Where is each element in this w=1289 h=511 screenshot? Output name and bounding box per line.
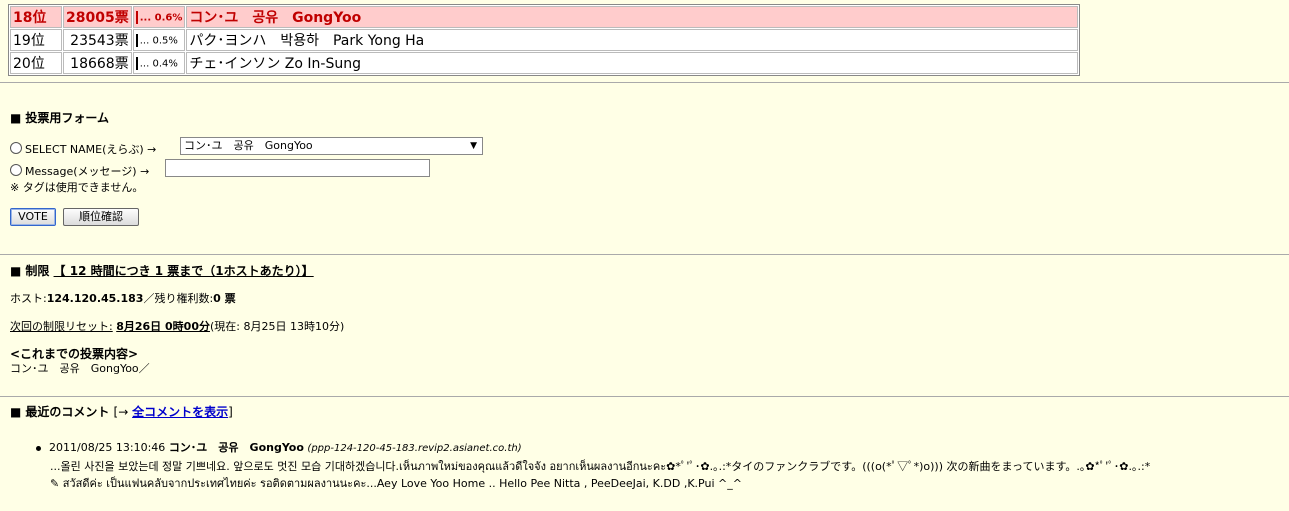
name-cell: チェ･インソン Zo In-Sung	[186, 52, 1078, 74]
rank-cell: 18位	[10, 6, 62, 28]
comment-item: 2011/08/25 13:10:46 コン･ユ 공유 GongYoo (ppp…	[36, 439, 522, 455]
vote-bar	[135, 10, 138, 24]
divider	[0, 82, 1289, 83]
square-bullet-icon: ■	[10, 264, 22, 278]
limit-title: ■ 制限 【 12 時間につき 1 票まで（1ホストあたり）】	[10, 262, 314, 279]
name-select[interactable]: コン･ユ 공유 GongYoo ▼	[180, 137, 483, 155]
vote-bar	[135, 56, 138, 70]
vote-form-title-text: 投票用フォーム	[25, 111, 109, 125]
limit-rule-link[interactable]: 【 12 時間につき 1 票まで（1ホストあたり）】	[54, 264, 314, 278]
divider	[0, 396, 1289, 397]
all-comments-suffix: ]	[228, 405, 233, 419]
name-cell: パク･ヨンハ 박용하 Park Yong Ha	[186, 29, 1078, 51]
message-radio[interactable]	[10, 164, 22, 176]
name-select-value: コン･ユ 공유 GongYoo	[184, 139, 313, 152]
votes-cell: 23543票	[63, 29, 132, 51]
square-bullet-icon: ■	[10, 111, 22, 125]
ranking-row-18: 18位 28005票 ... 0.6% コン･ユ 공유 GongYoo	[10, 6, 1078, 28]
bar-dots: ...	[139, 12, 152, 23]
reset-value: 8月26日 0時00分	[116, 320, 210, 333]
votes-cell: 28005票	[63, 6, 132, 28]
percent-text: 0.4%	[152, 58, 178, 69]
divider	[0, 254, 1289, 255]
vote-bar	[135, 33, 138, 47]
all-comments-link[interactable]: 全コメントを表示	[132, 405, 228, 419]
vote-form-title: ■ 投票用フォーム	[10, 109, 109, 126]
comment-line-2: ✎ สวัสดีค่ะ เป็นแฟนคลับจากประเทศไทยค่ะ ร…	[50, 477, 742, 490]
bar-dots: ...	[139, 58, 150, 69]
rank-cell: 20位	[10, 52, 62, 74]
ranking-row-20: 20位 18668票 ... 0.4% チェ･インソン Zo In-Sung	[10, 52, 1078, 74]
percent-text: 0.6%	[154, 12, 183, 23]
comments-title: ■ 最近のコメント [→ 全コメントを表示]	[10, 403, 233, 420]
select-name-row: SELECT NAME(えらぶ) →	[10, 141, 156, 157]
message-row: Message(メッセージ) →	[10, 163, 149, 179]
history-value: コン･ユ 공유 GongYoo／	[10, 362, 150, 375]
remaining-label: ／残り権利数:	[143, 292, 214, 305]
tag-note: ※ タグは使用できません。	[10, 181, 144, 194]
vote-button[interactable]: VOTE	[10, 208, 56, 226]
host-value: 124.120.45.183	[46, 292, 144, 305]
comment-datetime: 2011/08/25 13:10:46	[49, 441, 166, 454]
name-cell: コン･ユ 공유 GongYoo	[186, 6, 1078, 28]
ranking-row-19: 19位 23543票 ... 0.5% パク･ヨンハ 박용하 Park Yong…	[10, 29, 1078, 51]
all-comments-prefix: [→	[113, 405, 133, 419]
message-label: Message(メッセージ) →	[25, 165, 150, 178]
bullet-icon	[36, 445, 41, 451]
current-time: (現在: 8月25日 13時10分)	[209, 320, 345, 333]
bar-dots: ...	[139, 35, 150, 46]
ranking-table: 18位 28005票 ... 0.6% コン･ユ 공유 GongYoo 19位 …	[8, 4, 1080, 76]
dropdown-arrow-icon: ▼	[470, 141, 477, 151]
percent-text: 0.5%	[152, 35, 178, 46]
reset-label: 次回の制限リセット:	[10, 320, 113, 333]
square-bullet-icon: ■	[10, 405, 22, 419]
bar-cell: ... 0.5%	[132, 29, 186, 51]
comment-name: コン･ユ 공유 GongYoo	[168, 441, 304, 454]
comments-title-text: 最近のコメント	[25, 405, 110, 419]
select-name-radio[interactable]	[10, 142, 22, 154]
host-info: ホスト:124.120.45.183／残り権利数:0 票	[10, 290, 236, 306]
select-name-label: SELECT NAME(えらぶ) →	[25, 143, 157, 156]
comment-line-1: ...올린 사진을 보았는데 정말 기쁘네요. 앞으로도 멋진 모습 기대하겠습…	[50, 460, 1151, 473]
limit-title-text: 制限	[25, 264, 50, 278]
host-label: ホスト:	[10, 292, 47, 305]
votes-cell: 18668票	[63, 52, 132, 74]
bar-cell: ... 0.6%	[132, 6, 186, 28]
rank-check-button[interactable]: 順位確認	[63, 208, 139, 226]
rank-cell: 19位	[10, 29, 62, 51]
reset-info: 次回の制限リセット: 8月26日 0時00分(現在: 8月25日 13時10分)	[10, 318, 344, 334]
message-input[interactable]	[165, 159, 430, 177]
comment-host: (ppp-124-120-45-183.revip2.asianet.co.th…	[307, 443, 522, 454]
bar-cell: ... 0.4%	[132, 52, 186, 74]
remaining-value: 0 票	[213, 292, 236, 305]
